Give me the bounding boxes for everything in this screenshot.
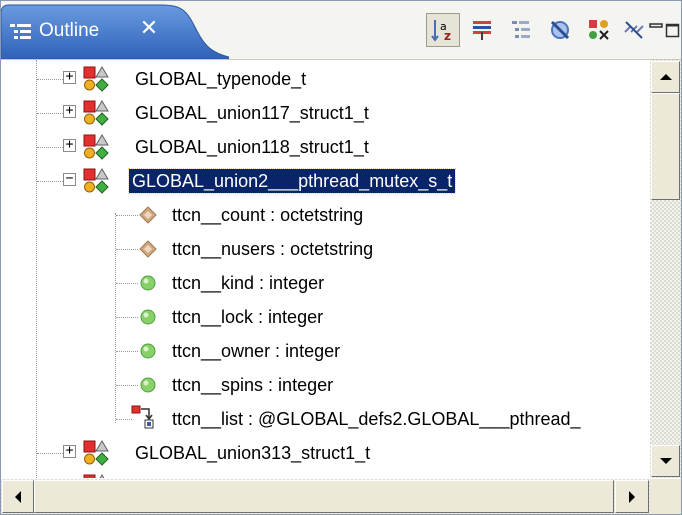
tree-item-label: GLOBAL_union2___pthread_mutex_s_t — [127, 168, 457, 194]
tree-item[interactable]: ttcn__owner : integer — [1, 334, 649, 368]
tree-item-label: ttcn__nusers : octetstring — [172, 239, 374, 259]
tree-item[interactable]: ttcn__count : octetstring — [1, 198, 649, 232]
outline-tree[interactable]: + GLOBAL_typenode_t + GLOBAL_union117_st… — [1, 60, 649, 478]
expand-icon[interactable]: + — [63, 104, 76, 118]
tree-item[interactable]: + GLOBAL_union117_struct1_t — [1, 96, 649, 130]
diamond-field-icon — [139, 240, 157, 258]
tree-item-label: GLOBAL_typenode_t — [135, 69, 307, 89]
arrow-right-icon — [629, 490, 635, 503]
scrollbar-corner — [650, 479, 681, 514]
type-icon — [83, 134, 109, 160]
circle-field-icon — [140, 309, 156, 325]
scroll-thumb[interactable] — [651, 93, 680, 200]
tree-item-label: GLOBAL_union118_struct1_t — [135, 137, 369, 157]
arrow-left-icon — [15, 490, 21, 503]
scroll-left-button[interactable] — [2, 480, 34, 513]
view-header: Outline ✕ a z — [1, 1, 681, 60]
tree-item[interactable]: + — [1, 470, 649, 478]
tree-item[interactable]: + GLOBAL_union118_struct1_t — [1, 130, 649, 164]
hide-fields-icon — [473, 21, 491, 40]
hide-fields-button[interactable] — [465, 13, 499, 47]
hide-static-button[interactable] — [582, 13, 616, 47]
tree-item[interactable]: ttcn__list : @GLOBAL_defs2.GLOBAL___pthr… — [1, 402, 649, 436]
maximize-button[interactable] — [664, 13, 681, 47]
type-icon — [83, 474, 105, 478]
arrow-down-icon — [659, 458, 672, 464]
hide-static-icon — [589, 20, 609, 40]
tree-item[interactable]: ttcn__nusers : octetstring — [1, 232, 649, 266]
type-icon — [83, 66, 109, 92]
scroll-down-button[interactable] — [651, 445, 680, 477]
tree-item-label: ttcn__lock : integer — [172, 307, 324, 327]
tree-item-label: ttcn__kind : integer — [172, 273, 325, 293]
link-with-editor-icon — [624, 21, 644, 39]
type-icon — [83, 168, 109, 194]
sort-alphabetically-button[interactable]: a z — [426, 13, 460, 47]
group-by-kind-button[interactable] — [504, 13, 538, 47]
horizontal-scrollbar[interactable] — [1, 479, 650, 514]
close-icon[interactable]: ✕ — [138, 16, 160, 41]
sort-alphabetically-icon: a z — [431, 20, 451, 42]
collapse-icon[interactable]: − — [63, 172, 76, 186]
minimize-button[interactable] — [646, 13, 666, 47]
expand-icon[interactable]: + — [63, 70, 76, 84]
scroll-right-button[interactable] — [615, 480, 649, 513]
svg-text:z: z — [444, 29, 451, 42]
circle-field-icon — [140, 343, 156, 359]
vertical-scrollbar[interactable] — [650, 60, 681, 478]
outline-view: Outline ✕ a z + GLOBAL_typenode_t + GLOB… — [0, 0, 682, 515]
circle-field-icon — [140, 275, 156, 291]
tree-item-label: ttcn__spins : integer — [172, 375, 334, 395]
circle-field-icon — [140, 377, 156, 393]
type-icon — [83, 100, 109, 126]
arrow-up-icon — [659, 74, 672, 80]
group-by-kind-icon — [512, 21, 530, 38]
expand-icon[interactable]: + — [63, 444, 76, 458]
scroll-thumb[interactable] — [34, 480, 614, 513]
expand-icon[interactable]: + — [63, 138, 76, 152]
diamond-field-icon — [139, 206, 157, 224]
minimize-icon — [649, 23, 663, 28]
tree-item[interactable]: ttcn__lock : integer — [1, 300, 649, 334]
tree-item[interactable]: ttcn__spins : integer — [1, 368, 649, 402]
tree-item-label: ttcn__list : @GLOBAL_defs2.GLOBAL___pthr… — [172, 409, 581, 429]
tree-item-label: ttcn__owner : integer — [172, 341, 341, 361]
maximize-icon — [665, 23, 680, 38]
reference-field-icon — [131, 405, 154, 429]
tab-outline[interactable]: Outline ✕ — [1, 1, 229, 59]
tree-item-selected[interactable]: − GLOBAL_union2___pthread_mutex_s_t — [1, 164, 649, 198]
tree-item-label: GLOBAL_union313_struct1_t — [135, 443, 371, 463]
tree-item[interactable]: + GLOBAL_typenode_t — [1, 62, 649, 96]
tree-item[interactable]: + GLOBAL_union313_struct1_t — [1, 436, 649, 470]
hide-non-public-button[interactable] — [543, 13, 577, 47]
hide-non-public-icon — [550, 20, 570, 40]
tree-item[interactable]: ttcn__kind : integer — [1, 266, 649, 300]
tree-item-label: GLOBAL_union117_struct1_t — [135, 103, 369, 123]
tab-background — [1, 4, 229, 59]
tab-label: Outline — [39, 20, 100, 41]
scroll-up-button[interactable] — [651, 61, 680, 93]
tree-item-label: ttcn__count : octetstring — [172, 205, 364, 225]
outline-icon — [10, 24, 32, 40]
type-icon — [83, 440, 109, 466]
